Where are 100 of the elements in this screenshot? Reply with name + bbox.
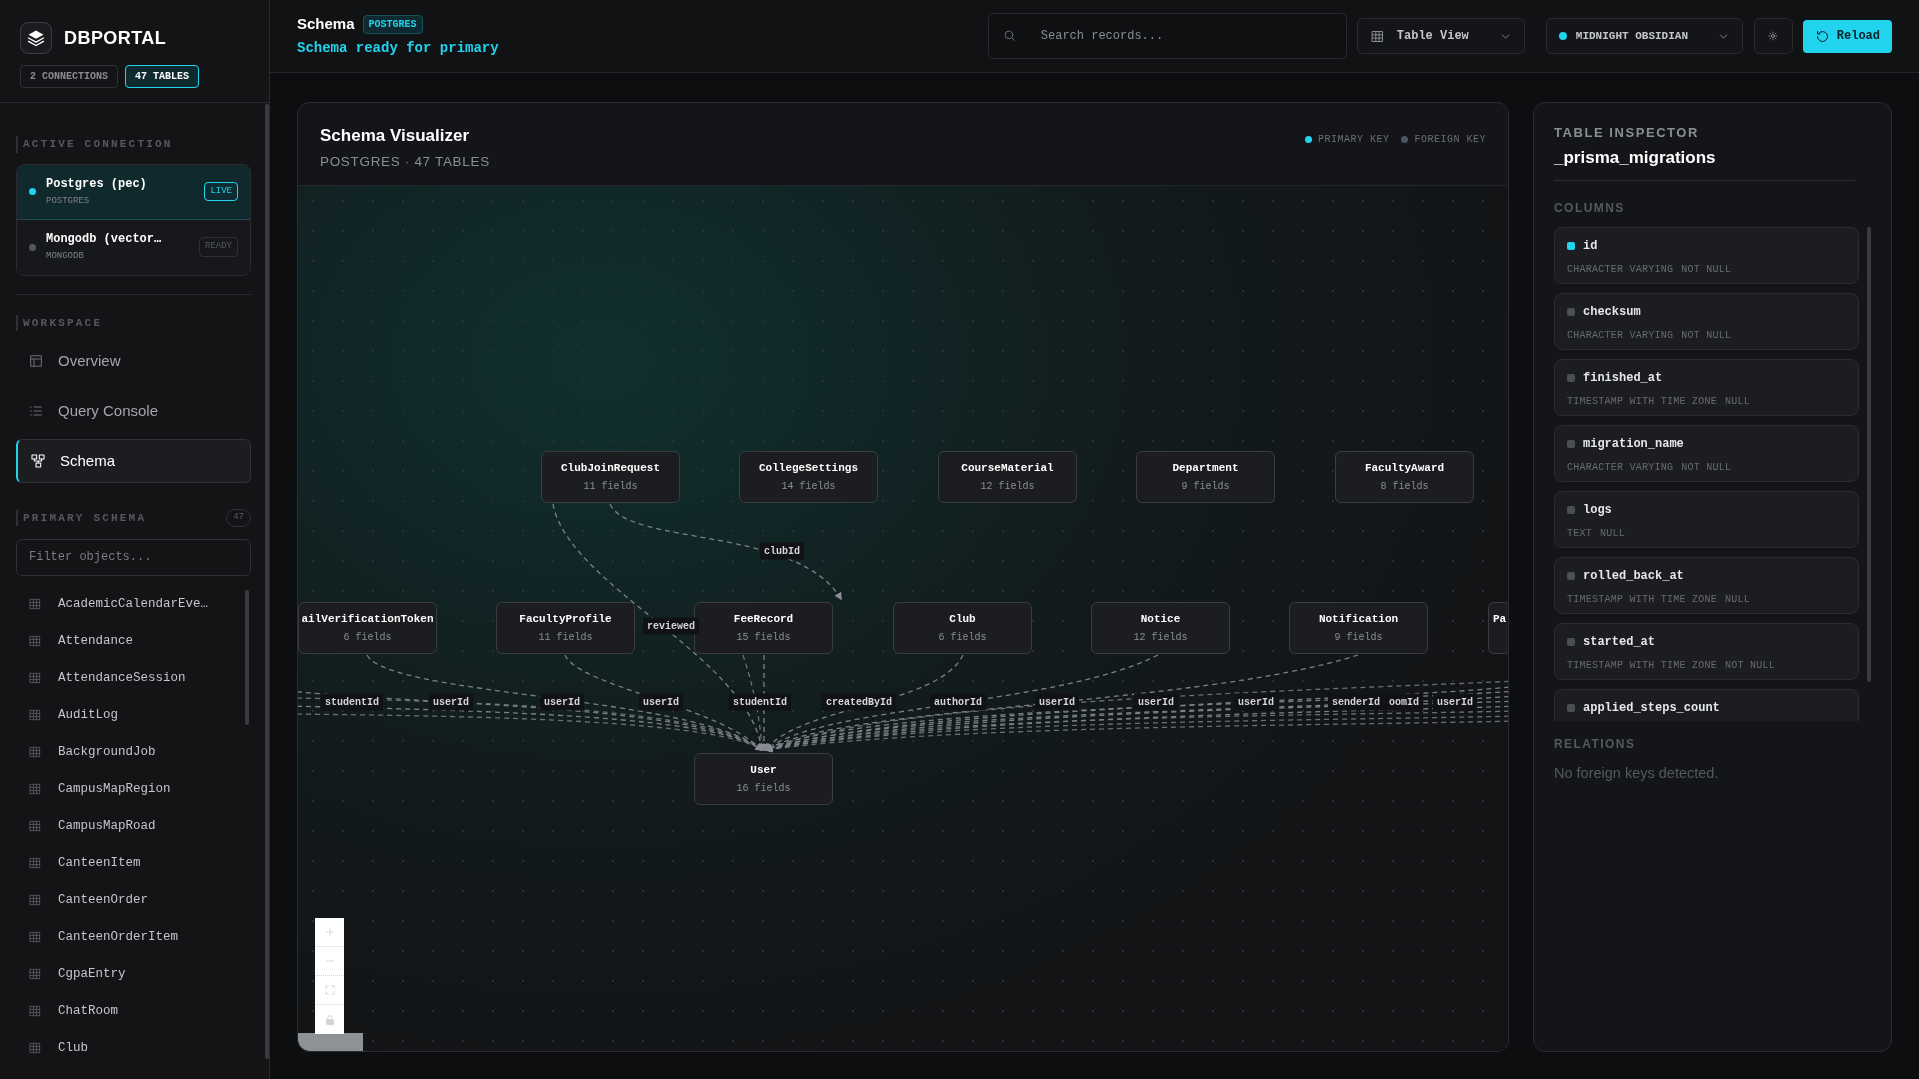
- table-item[interactable]: CanteenOrder: [16, 881, 251, 919]
- table-item[interactable]: CgpaEntry: [16, 955, 251, 993]
- node-field-count: 6 fields: [938, 630, 987, 645]
- table-node[interactable]: Notification 9 fields: [1289, 602, 1428, 654]
- legend-label: FOREIGN KEY: [1414, 132, 1486, 147]
- page-title: Schema: [297, 14, 355, 35]
- table-item[interactable]: CanteenItem: [16, 844, 251, 882]
- nav-item[interactable]: Overview: [16, 339, 251, 383]
- table-node[interactable]: Club 6 fields: [893, 602, 1032, 654]
- column-type: TIMESTAMP WITH TIME ZONE: [1567, 659, 1718, 673]
- column-card[interactable]: migration_name CHARACTER VARYING NOT NULL: [1554, 425, 1859, 482]
- table-icon: [28, 634, 42, 648]
- table-icon: [28, 819, 42, 833]
- column-type: CHARACTER VARYING: [1567, 263, 1674, 277]
- fit-icon: [322, 983, 337, 997]
- nav-item[interactable]: Schema: [16, 439, 251, 483]
- relation-label: senderId: [1328, 693, 1384, 711]
- column-type: TIMESTAMP WITH TIME ZONE: [1567, 593, 1718, 607]
- minimap-drawing: [298, 1033, 363, 1051]
- table-item[interactable]: CampusMapRegion: [16, 770, 251, 808]
- connection-name: Mongodb (vector…: [46, 231, 163, 249]
- connection-item[interactable]: Postgres (pec) POSTGRES LIVE: [17, 164, 250, 220]
- table-icon: [28, 856, 42, 870]
- table-node[interactable]: Notice 12 fields: [1091, 602, 1230, 654]
- sun-icon: [1767, 30, 1780, 42]
- node-title: CollegeSettings: [759, 461, 858, 477]
- table-node[interactable]: ailVerificationToken 6 fields: [298, 602, 437, 654]
- node-title: Pa: [1493, 612, 1507, 627]
- table-icon: [28, 597, 42, 611]
- relation-label: userId: [639, 693, 683, 711]
- column-card[interactable]: logs TEXT NULL: [1554, 491, 1859, 548]
- column-name: logs: [1583, 502, 1612, 519]
- column-name: id: [1583, 238, 1598, 255]
- table-node[interactable]: FeeRecord 15 fields: [694, 602, 833, 654]
- column-card[interactable]: id CHARACTER VARYING NOT NULL: [1554, 227, 1859, 284]
- table-item[interactable]: AcademicCalendarEve…: [16, 585, 251, 623]
- table-item[interactable]: Attendance: [16, 622, 251, 660]
- node-title: CourseMaterial: [961, 461, 1054, 477]
- table-icon: [28, 930, 42, 944]
- table-node[interactable]: CollegeSettings 14 fields: [739, 451, 878, 503]
- node-title: FeeRecord: [733, 612, 794, 628]
- column-type: TEXT: [1567, 527, 1592, 541]
- column-card[interactable]: rolled_back_at TIMESTAMP WITH TIME ZONE NULL: [1554, 557, 1859, 614]
- table-icon: [28, 782, 42, 796]
- column-card[interactable]: checksum CHARACTER VARYING NOT NULL: [1554, 293, 1859, 350]
- panel-title: Schema Visualizer: [320, 125, 470, 147]
- table-node[interactable]: FacultyAward 8 fields: [1335, 451, 1474, 503]
- table-icon: [1369, 28, 1385, 44]
- table-item[interactable]: CanteenOrderItem: [16, 918, 251, 956]
- relation-label: clubId: [760, 542, 804, 560]
- layout-icon: [28, 353, 44, 369]
- table-name: _prisma_migrations: [1554, 144, 1855, 181]
- table-node[interactable]: ClubJoinRequest 11 fields: [541, 451, 680, 503]
- nav-item[interactable]: Query Console: [16, 389, 251, 433]
- column-card[interactable]: finished_at TIMESTAMP WITH TIME ZONE NULL: [1554, 359, 1859, 416]
- connection-item[interactable]: Mongodb (vector… MONGODB READY: [17, 219, 250, 275]
- table-node[interactable]: User 16 fields: [694, 753, 833, 805]
- table-icon: [28, 708, 42, 722]
- node-title: Notification: [1318, 612, 1399, 628]
- node-field-count: 9 fields: [1181, 479, 1230, 494]
- column-nullability: NOT NULL: [1681, 329, 1732, 343]
- relation-label: reviewed: [643, 617, 699, 635]
- table-item[interactable]: AttendanceSession: [16, 659, 251, 697]
- table-item[interactable]: AuditLog: [16, 696, 251, 734]
- table-item[interactable]: BackgroundJob: [16, 733, 251, 771]
- diagram-icon: [30, 453, 46, 469]
- table-node[interactable]: CourseMaterial 12 fields: [938, 451, 1077, 503]
- column-nullability: NULL: [1600, 527, 1626, 541]
- theme-toggle-button[interactable]: [1753, 18, 1793, 54]
- list-icon: [28, 403, 44, 419]
- table-item[interactable]: ChatRoom: [16, 992, 251, 1030]
- brand-name: DBPORTAL: [64, 26, 167, 50]
- table-node[interactable]: FacultyProfile 11 fields: [496, 602, 635, 654]
- node-title: Department: [1172, 461, 1239, 477]
- table-item[interactable]: Club: [16, 1029, 251, 1067]
- table-node[interactable]: Department 9 fields: [1136, 451, 1275, 503]
- section-heading: RELATIONS: [1554, 736, 1637, 753]
- relation-label: createdById: [822, 693, 896, 711]
- theme-dropdown[interactable]: MIDNIGHT OBSIDIAN: [1545, 18, 1743, 54]
- filter-field[interactable]: Filter objects...: [16, 538, 251, 576]
- column-name: finished_at: [1583, 370, 1663, 387]
- column-name: rolled_back_at: [1583, 568, 1684, 585]
- node-field-count: 6 fields: [343, 630, 392, 645]
- table-item[interactable]: CampusMapRoad: [16, 807, 251, 845]
- search-field[interactable]: Search records...: [987, 13, 1347, 59]
- relation-label: userId: [1234, 693, 1278, 711]
- reload-button[interactable]: Reload: [1802, 19, 1892, 53]
- status-badge: LIVE: [204, 181, 238, 202]
- column-nullability: NULL: [1725, 593, 1751, 607]
- view-dropdown[interactable]: Table View: [1356, 18, 1525, 54]
- node-title: FacultyProfile: [519, 612, 612, 628]
- column-card[interactable]: applied_steps_count: [1554, 689, 1859, 721]
- column-card[interactable]: started_at TIMESTAMP WITH TIME ZONE NOT NULL: [1554, 623, 1859, 680]
- node-field-count: 15 fields: [736, 630, 791, 645]
- table-icon: [28, 745, 42, 759]
- column-nullability: NOT NULL: [1681, 461, 1732, 475]
- node-field-count: 14 fields: [781, 479, 836, 494]
- table-node[interactable]: Pa: [1488, 602, 1508, 654]
- empty-message: No foreign keys detected.: [1554, 764, 1720, 783]
- node-title: Club: [949, 612, 976, 628]
